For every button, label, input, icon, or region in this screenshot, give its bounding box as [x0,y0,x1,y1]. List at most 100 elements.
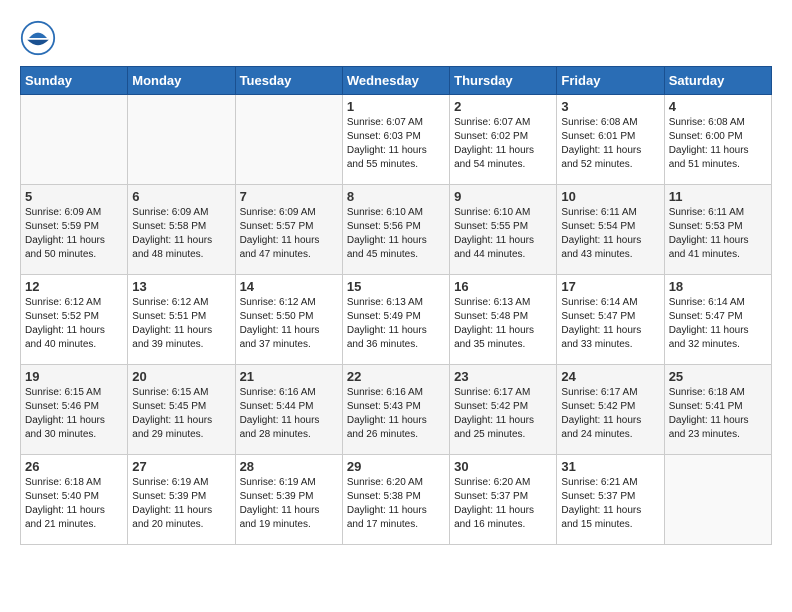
day-number: 5 [25,189,123,204]
day-number: 29 [347,459,445,474]
day-number: 30 [454,459,552,474]
calendar-cell: 10 Sunrise: 6:11 AM Sunset: 5:54 PM Dayli… [557,185,664,275]
weekday-header-wednesday: Wednesday [342,67,449,95]
calendar-cell [128,95,235,185]
weekday-header-friday: Friday [557,67,664,95]
day-info: Sunrise: 6:14 AM Sunset: 5:47 PM Dayligh… [669,296,767,352]
day-number: 9 [454,189,552,204]
day-info: Sunrise: 6:13 AM Sunset: 5:49 PM Dayligh… [347,296,445,352]
day-number: 1 [347,99,445,114]
day-number: 12 [25,279,123,294]
day-number: 3 [561,99,659,114]
calendar-cell: 18 Sunrise: 6:14 AM Sunset: 5:47 PM Dayli… [664,275,771,365]
calendar-cell: 19 Sunrise: 6:15 AM Sunset: 5:46 PM Dayli… [21,365,128,455]
day-info: Sunrise: 6:18 AM Sunset: 5:41 PM Dayligh… [669,386,767,442]
day-info: Sunrise: 6:15 AM Sunset: 5:46 PM Dayligh… [25,386,123,442]
day-info: Sunrise: 6:09 AM Sunset: 5:57 PM Dayligh… [240,206,338,262]
day-info: Sunrise: 6:07 AM Sunset: 6:02 PM Dayligh… [454,116,552,172]
day-number: 7 [240,189,338,204]
calendar-cell [235,95,342,185]
calendar-cell: 3 Sunrise: 6:08 AM Sunset: 6:01 PM Daylig… [557,95,664,185]
day-info: Sunrise: 6:09 AM Sunset: 5:59 PM Dayligh… [25,206,123,262]
day-number: 4 [669,99,767,114]
calendar-cell: 21Sunrise: 6:16 AM Sunset: 5:44 PM Dayli… [235,365,342,455]
calendar-cell [664,455,771,545]
calendar-week-4: 26 Sunrise: 6:18 AM Sunset: 5:40 PM Dayli… [21,455,772,545]
weekday-header-thursday: Thursday [450,67,557,95]
day-info: Sunrise: 6:18 AM Sunset: 5:40 PM Dayligh… [25,476,123,532]
calendar-cell: 5 Sunrise: 6:09 AM Sunset: 5:59 PM Daylig… [21,185,128,275]
calendar-cell: 31 Sunrise: 6:21 AM Sunset: 5:37 PM Dayli… [557,455,664,545]
calendar-cell: 30 Sunrise: 6:20 AM Sunset: 5:37 PM Dayli… [450,455,557,545]
calendar-cell: 28 Sunrise: 6:19 AM Sunset: 5:39 PM Dayli… [235,455,342,545]
calendar-week-2: 12 Sunrise: 6:12 AM Sunset: 5:52 PM Dayli… [21,275,772,365]
day-info: Sunrise: 6:20 AM Sunset: 5:37 PM Dayligh… [454,476,552,532]
day-info: Sunrise: 6:07 AM Sunset: 6:03 PM Dayligh… [347,116,445,172]
logo-icon [20,20,56,56]
day-number: 18 [669,279,767,294]
day-info: Sunrise: 6:17 AM Sunset: 5:42 PM Dayligh… [561,386,659,442]
calendar-cell: 17Sunrise: 6:14 AM Sunset: 5:47 PM Dayli… [557,275,664,365]
day-number: 26 [25,459,123,474]
day-number: 8 [347,189,445,204]
day-info: Sunrise: 6:15 AM Sunset: 5:45 PM Dayligh… [132,386,230,442]
calendar-cell: 14Sunrise: 6:12 AM Sunset: 5:50 PM Dayli… [235,275,342,365]
day-number: 2 [454,99,552,114]
weekday-row: SundayMondayTuesdayWednesdayThursdayFrid… [21,67,772,95]
day-number: 24 [561,369,659,384]
day-number: 16 [454,279,552,294]
day-info: Sunrise: 6:12 AM Sunset: 5:52 PM Dayligh… [25,296,123,352]
day-number: 20 [132,369,230,384]
calendar-week-0: 1 Sunrise: 6:07 AM Sunset: 6:03 PM Daylig… [21,95,772,185]
day-number: 14 [240,279,338,294]
calendar-cell: 15 Sunrise: 6:13 AM Sunset: 5:49 PM Dayli… [342,275,449,365]
calendar-cell: 2 Sunrise: 6:07 AM Sunset: 6:02 PM Daylig… [450,95,557,185]
day-info: Sunrise: 6:10 AM Sunset: 5:56 PM Dayligh… [347,206,445,262]
day-info: Sunrise: 6:20 AM Sunset: 5:38 PM Dayligh… [347,476,445,532]
calendar-cell: 16 Sunrise: 6:13 AM Sunset: 5:48 PM Dayli… [450,275,557,365]
calendar-cell: 24 Sunrise: 6:17 AM Sunset: 5:42 PM Dayli… [557,365,664,455]
calendar-table: SundayMondayTuesdayWednesdayThursdayFrid… [20,66,772,545]
weekday-header-monday: Monday [128,67,235,95]
day-info: Sunrise: 6:08 AM Sunset: 6:01 PM Dayligh… [561,116,659,172]
calendar-header: SundayMondayTuesdayWednesdayThursdayFrid… [21,67,772,95]
day-info: Sunrise: 6:10 AM Sunset: 5:55 PM Dayligh… [454,206,552,262]
calendar-cell: 6Sunrise: 6:09 AM Sunset: 5:58 PM Daylig… [128,185,235,275]
day-info: Sunrise: 6:19 AM Sunset: 5:39 PM Dayligh… [132,476,230,532]
calendar-cell: 25 Sunrise: 6:18 AM Sunset: 5:41 PM Dayli… [664,365,771,455]
day-info: Sunrise: 6:11 AM Sunset: 5:53 PM Dayligh… [669,206,767,262]
page-header [20,20,772,56]
calendar-cell [21,95,128,185]
day-info: Sunrise: 6:14 AM Sunset: 5:47 PM Dayligh… [561,296,659,352]
day-number: 25 [669,369,767,384]
day-info: Sunrise: 6:17 AM Sunset: 5:42 PM Dayligh… [454,386,552,442]
calendar-week-1: 5 Sunrise: 6:09 AM Sunset: 5:59 PM Daylig… [21,185,772,275]
day-number: 13 [132,279,230,294]
day-info: Sunrise: 6:08 AM Sunset: 6:00 PM Dayligh… [669,116,767,172]
calendar-cell: 11Sunrise: 6:11 AM Sunset: 5:53 PM Dayli… [664,185,771,275]
day-info: Sunrise: 6:11 AM Sunset: 5:54 PM Dayligh… [561,206,659,262]
calendar-cell: 27 Sunrise: 6:19 AM Sunset: 5:39 PM Dayli… [128,455,235,545]
day-number: 6 [132,189,230,204]
logo [20,20,62,56]
weekday-header-tuesday: Tuesday [235,67,342,95]
day-info: Sunrise: 6:12 AM Sunset: 5:51 PM Dayligh… [132,296,230,352]
day-info: Sunrise: 6:13 AM Sunset: 5:48 PM Dayligh… [454,296,552,352]
day-number: 15 [347,279,445,294]
calendar-cell: 29 Sunrise: 6:20 AM Sunset: 5:38 PM Dayli… [342,455,449,545]
calendar-cell: 4 Sunrise: 6:08 AM Sunset: 6:00 PM Daylig… [664,95,771,185]
calendar-cell: 7 Sunrise: 6:09 AM Sunset: 5:57 PM Daylig… [235,185,342,275]
calendar-week-3: 19 Sunrise: 6:15 AM Sunset: 5:46 PM Dayli… [21,365,772,455]
weekday-header-sunday: Sunday [21,67,128,95]
day-info: Sunrise: 6:21 AM Sunset: 5:37 PM Dayligh… [561,476,659,532]
day-number: 28 [240,459,338,474]
calendar-body: 1 Sunrise: 6:07 AM Sunset: 6:03 PM Daylig… [21,95,772,545]
day-info: Sunrise: 6:16 AM Sunset: 5:44 PM Dayligh… [240,386,338,442]
day-number: 31 [561,459,659,474]
day-number: 27 [132,459,230,474]
calendar-cell: 9 Sunrise: 6:10 AM Sunset: 5:55 PM Daylig… [450,185,557,275]
day-number: 10 [561,189,659,204]
day-number: 19 [25,369,123,384]
day-info: Sunrise: 6:19 AM Sunset: 5:39 PM Dayligh… [240,476,338,532]
calendar-cell: 23Sunrise: 6:17 AM Sunset: 5:42 PM Dayli… [450,365,557,455]
